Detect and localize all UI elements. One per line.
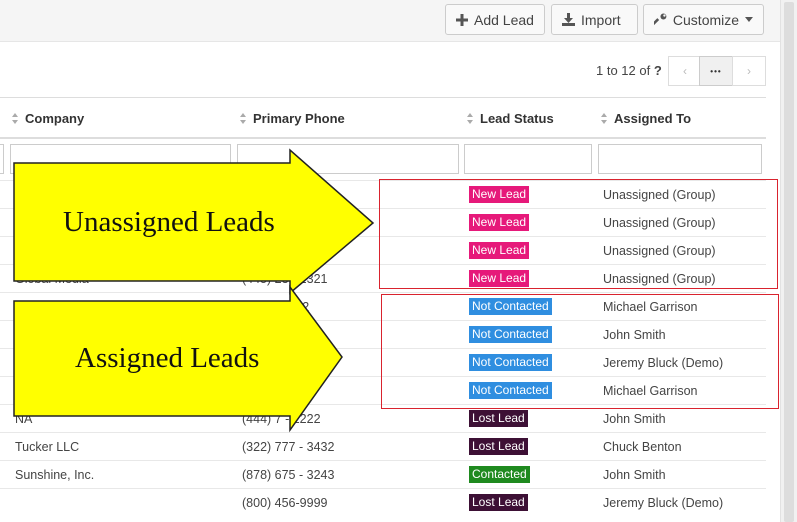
assigned-leads-label: Assigned Leads [75,342,260,374]
annotation-arrows [13,148,375,433]
unassigned-leads-label: Unassigned Leads [63,206,275,238]
